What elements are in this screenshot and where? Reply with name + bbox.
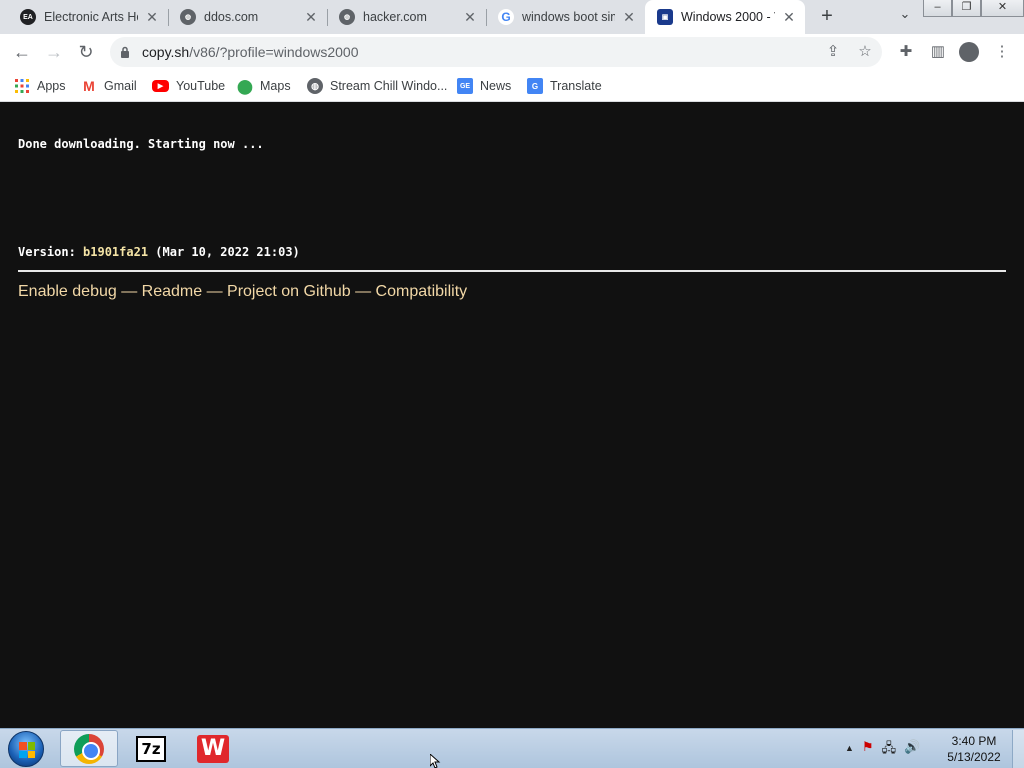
youtube-icon: ▶ — [152, 80, 169, 92]
tab-title: ddos.com — [204, 10, 259, 24]
globe-icon: ◍ — [307, 78, 323, 94]
url-path: /v86/?profile=windows2000 — [189, 44, 359, 60]
minimize-button[interactable]: – — [923, 0, 952, 17]
v86-icon: ▣ — [657, 9, 673, 25]
restore-button[interactable]: ❐ — [952, 0, 981, 17]
bookmark-label: Translate — [550, 79, 602, 93]
tab-windows-2000[interactable]: ▣ Windows 2000 - V ✕ — [645, 0, 805, 34]
forward-button[interactable]: → — [40, 38, 68, 66]
version-hash[interactable]: b1901fa21 — [83, 245, 148, 259]
chevron-down-icon[interactable]: ⌄ — [893, 6, 917, 28]
tab-windows-boot[interactable]: G windows boot sim ✕ — [486, 0, 645, 34]
taskbar-7zip[interactable]: 7z — [122, 730, 180, 767]
close-window-button[interactable]: ✕ — [981, 0, 1024, 17]
gmail-icon: M — [83, 78, 95, 94]
network-icon[interactable]: 🖧 — [882, 739, 897, 761]
clock-time: 3:40 PM — [951, 734, 997, 748]
page-content: Done downloading. Starting now ... Versi… — [0, 102, 1024, 728]
url-text[interactable]: copy.sh/v86/?profile=windows2000 — [142, 44, 359, 60]
bookmark-gmail[interactable]: M Gmail — [81, 76, 137, 96]
reload-button[interactable]: ↻ — [72, 38, 100, 66]
wps-office-icon: W — [197, 734, 229, 763]
start-button[interactable] — [8, 731, 44, 767]
version-line: Version: b1901fa21 (Mar 10, 2022 21:03) — [18, 245, 300, 259]
tab-title: Electronic Arts Ho — [44, 10, 138, 24]
bookmark-maps[interactable]: ⬤ Maps — [237, 76, 291, 96]
bookmark-youtube[interactable]: ▶ YouTube — [152, 76, 225, 96]
profile-avatar-icon[interactable] — [959, 42, 979, 62]
system-tray: ▲ ⚑ 🖧 🔊 — [845, 739, 920, 761]
bookmarks-bar: Apps M Gmail ▶ YouTube ⬤ Maps ◍ Stream C… — [0, 70, 1024, 102]
volume-icon[interactable]: 🔊 — [904, 739, 920, 761]
globe-icon: ◍ — [339, 9, 355, 25]
show-hidden-icons-button[interactable]: ▲ — [845, 739, 854, 761]
version-date: (Mar 10, 2022 21:03) — [148, 245, 300, 259]
tab-electronic-arts[interactable]: EA Electronic Arts Ho ✕ — [8, 0, 168, 34]
bookmark-translate[interactable]: G Translate — [527, 76, 602, 96]
bookmark-star-icon[interactable]: ☆ — [856, 43, 874, 61]
back-button[interactable]: ← — [8, 38, 36, 66]
status-message: Done downloading. Starting now ... — [18, 137, 264, 151]
extensions-icon[interactable]: ✚ — [895, 41, 917, 63]
tab-title: windows boot sim — [522, 10, 615, 24]
ea-icon: EA — [20, 9, 36, 25]
divider — [18, 270, 1006, 272]
link-separator: — — [116, 283, 142, 300]
7zip-icon: 7z — [136, 735, 166, 762]
bookmark-label: Maps — [260, 79, 291, 93]
bookmark-label: Apps — [37, 79, 66, 93]
window-controls: – ❐ ✕ — [923, 0, 1024, 18]
menu-kebab-icon[interactable]: ⋮ — [991, 41, 1013, 63]
taskbar-chrome[interactable] — [60, 730, 118, 767]
translate-icon: G — [527, 78, 543, 94]
close-icon[interactable]: ✕ — [621, 9, 637, 26]
tab-strip: EA Electronic Arts Ho ✕ ◍ ddos.com ✕ ◍ h… — [0, 0, 1024, 34]
show-desktop-button[interactable] — [1012, 730, 1024, 768]
links-row: Enable debug — Readme — Project on Githu… — [18, 283, 467, 301]
taskbar-wps[interactable]: W — [184, 730, 242, 767]
news-icon: GE — [457, 78, 473, 94]
bookmark-label: Stream Chill Windo... — [330, 79, 448, 93]
version-label: Version: — [18, 245, 84, 259]
link-separator: — — [350, 283, 376, 300]
google-icon: G — [498, 9, 514, 25]
tab-hacker[interactable]: ◍ hacker.com ✕ — [327, 0, 486, 34]
lock-icon[interactable] — [120, 46, 130, 58]
new-tab-button[interactable]: + — [815, 5, 839, 29]
bookmark-label: News — [480, 79, 512, 93]
globe-icon: ◍ — [180, 9, 196, 25]
enable-debug-link[interactable]: Enable debug — [18, 283, 117, 300]
windows-logo-icon — [19, 742, 35, 758]
tab-ddos[interactable]: ◍ ddos.com ✕ — [168, 0, 327, 34]
address-bar[interactable]: copy.sh/v86/?profile=windows2000 ⇪ ☆ — [110, 37, 882, 67]
readme-link[interactable]: Readme — [142, 283, 202, 300]
taskbar: 7z W ▲ ⚑ 🖧 🔊 3:40 PM 5/13/2022 — [0, 728, 1024, 768]
clock[interactable]: 3:40 PM 5/13/2022 — [940, 733, 1008, 765]
compatibility-link[interactable]: Compatibility — [376, 283, 468, 300]
tab-title: Windows 2000 - V — [681, 10, 775, 24]
close-icon[interactable]: ✕ — [303, 9, 319, 26]
share-icon[interactable]: ⇪ — [824, 43, 842, 61]
github-link[interactable]: Project on Github — [227, 283, 351, 300]
chrome-icon — [74, 733, 104, 764]
tab-title: hacker.com — [363, 10, 427, 24]
bookmark-apps[interactable]: Apps — [14, 76, 66, 96]
browser-toolbar: ← → ↻ copy.sh/v86/?profile=windows2000 ⇪… — [0, 34, 1024, 70]
url-host: copy.sh — [142, 44, 190, 60]
apps-grid-icon — [14, 78, 30, 94]
close-icon[interactable]: ✕ — [144, 9, 160, 26]
mouse-cursor-icon — [430, 754, 441, 768]
bookmark-news[interactable]: GE News — [457, 76, 511, 96]
bookmark-label: YouTube — [176, 79, 226, 93]
bookmark-label: Gmail — [104, 79, 137, 93]
side-panel-icon[interactable]: ▥ — [927, 41, 949, 63]
link-separator: — — [202, 283, 228, 300]
maps-pin-icon: ⬤ — [237, 77, 253, 94]
action-center-flag-icon[interactable]: ⚑ — [862, 739, 874, 761]
close-icon[interactable]: ✕ — [462, 9, 478, 26]
bookmark-stream-chill[interactable]: ◍ Stream Chill Windo... — [307, 76, 447, 96]
clock-date: 5/13/2022 — [947, 750, 1001, 764]
close-icon[interactable]: ✕ — [781, 9, 797, 26]
